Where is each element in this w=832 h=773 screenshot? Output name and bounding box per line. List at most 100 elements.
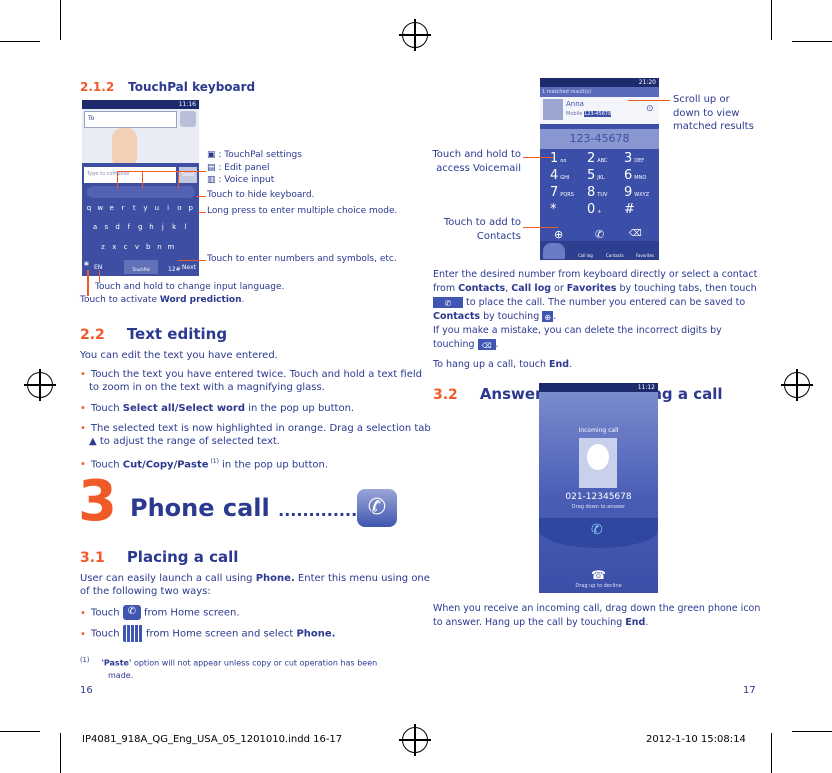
crop-mark [0, 41, 40, 42]
dial-key-3[interactable]: 3 DEF [624, 151, 644, 166]
callout-voicemail: Touch and hold to access Voicemail [432, 149, 521, 174]
crop-mark [792, 731, 832, 732]
caller-number: 021-12345678 [565, 492, 632, 502]
bullet-item: • Touch ✆ from Home screen. [80, 605, 240, 620]
callout-line [87, 270, 89, 296]
keyboard-screenshot: 11:16 To Type to compose Send qwertyuiop… [82, 100, 199, 276]
callout-word-prediction: Touch to activate Word prediction. [80, 295, 245, 305]
chapter-title: Phone call ............... [130, 494, 370, 522]
to-field: To [84, 111, 177, 128]
crop-mark [792, 41, 832, 42]
slug-filename: IP4081_918A_QG_Eng_USA_05_1201010.indd 1… [82, 734, 343, 745]
selection-tab-icon: ▲ [89, 436, 97, 447]
symbols-key: 12# [168, 266, 181, 273]
key-m: m [167, 243, 175, 251]
callout-line [523, 157, 553, 158]
key-x: x [112, 243, 117, 251]
answer-phone-icon[interactable]: ✆ [591, 522, 603, 538]
bullet-item: • The selected text is now highlighted in… [80, 423, 431, 447]
paragraph: Enter the desired number from keyboard d… [433, 269, 758, 350]
key-d: d [115, 223, 120, 231]
paragraph: User can easily launch a call using Phon… [80, 573, 430, 597]
callout-scroll: Scroll up or down to view matched results [673, 94, 754, 132]
key-f: f [127, 223, 131, 231]
callout-long-press: Long press to enter multiple choice mode… [207, 206, 398, 216]
crop-mark [771, 733, 772, 773]
next-key: Next [182, 264, 196, 271]
dial-key-2[interactable]: 2 ABC [587, 151, 608, 166]
callout-voice: ▥ : Voice input [207, 175, 275, 185]
key-a: a [92, 223, 98, 231]
key-p: p [188, 204, 193, 212]
compose-field: Type to compose [84, 167, 176, 183]
app-grid-icon [122, 625, 143, 642]
incoming-call-label: Incoming call [578, 427, 619, 434]
tab-favorites[interactable]: Favorites [636, 253, 654, 258]
finger-icon [112, 128, 137, 168]
key-l: l [184, 223, 187, 231]
add-contact-icon[interactable]: ⊕ [554, 228, 563, 241]
registration-mark [24, 369, 56, 401]
bullet-item: • Touch the text you have entered twice. … [80, 369, 423, 393]
dial-key-5[interactable]: 5 JKL [587, 168, 605, 183]
contact-picker-icon [180, 111, 196, 127]
matched-contact[interactable]: Anna Mobile 123-45678 ⊙ [540, 97, 659, 124]
page-number: 17 [743, 685, 756, 696]
callout-numbers: Touch to enter numbers and symbols, etc. [207, 254, 397, 264]
key-v: v [134, 243, 139, 251]
word-prediction-key: ▣ [84, 261, 89, 267]
add-contact-icon: ⊕ [542, 311, 554, 322]
caller-photo [579, 438, 617, 488]
play-icon: ⊙ [646, 104, 654, 114]
dialer-tabs: Call log Contacts Favorites [540, 241, 659, 260]
key-n: n [157, 243, 162, 251]
dial-key-1[interactable]: 1 oo [550, 151, 566, 166]
answer-slider[interactable]: ✆ [539, 518, 658, 548]
callout-line [198, 212, 206, 213]
decline-phone-icon[interactable]: ☎ [591, 568, 606, 582]
dial-key-0[interactable]: 0 + [587, 202, 601, 217]
key-o: o [177, 204, 182, 212]
phone-icon: ✆ [357, 489, 397, 527]
dial-key-*[interactable]: * [550, 202, 559, 217]
incoming-call-screenshot: 11:12 Incoming call 021-12345678 Drag do… [539, 383, 658, 593]
registration-mark [399, 19, 431, 51]
key-h: h [149, 223, 154, 231]
edit-panel-icon: ▤ [207, 163, 216, 173]
callout-line [178, 260, 206, 261]
key-j: j [161, 223, 164, 231]
dial-key-6[interactable]: 6 MNO [624, 168, 646, 183]
registration-mark [781, 369, 813, 401]
space-key: TouchPal [124, 260, 158, 274]
section-heading-2-1-2: 2.1.2 TouchPal keyboard [80, 76, 255, 95]
phone-app-icon: ✆ [122, 605, 141, 620]
key-t: t [132, 204, 136, 212]
bullet-item: • Touch Cut/Copy/Paste (1) in the pop up … [80, 458, 329, 471]
dial-key-8[interactable]: 8 TUV [587, 185, 607, 200]
paragraph: To hang up a call, touch End. [433, 359, 573, 370]
send-button: Send [179, 167, 197, 183]
callout-line [117, 171, 118, 188]
dial-key-7[interactable]: 7 PQRS [550, 185, 574, 200]
slug-date: 2012-1-10 15:08:14 [646, 734, 746, 745]
key-z: z [101, 243, 105, 251]
dial-key-9[interactable]: 9 WXYZ [624, 185, 649, 200]
section-heading-3-1: 3.1 Placing a call [80, 548, 239, 566]
dial-key-#[interactable]: # [624, 202, 637, 217]
registration-mark [399, 724, 431, 756]
tab-contacts[interactable]: Contacts [606, 253, 624, 258]
callout-line [142, 171, 143, 188]
section-title: TouchPal keyboard [128, 80, 256, 94]
decline-hint: Drag up to decline [575, 583, 622, 589]
callout-line [196, 196, 206, 197]
key-w: w [97, 204, 104, 212]
callout-language: Touch and hold to change input language. [95, 282, 285, 292]
dial-key-4[interactable]: 4 GHI [550, 168, 569, 183]
tab-call-log[interactable]: Call log [578, 253, 593, 258]
key-e: e [109, 204, 114, 212]
tab-dialer[interactable] [543, 243, 565, 259]
call-icon[interactable]: ✆ [595, 228, 604, 241]
backspace-icon[interactable]: ⌫ [629, 229, 642, 239]
key-g: g [137, 223, 143, 231]
contact-name: Anna [566, 100, 584, 108]
